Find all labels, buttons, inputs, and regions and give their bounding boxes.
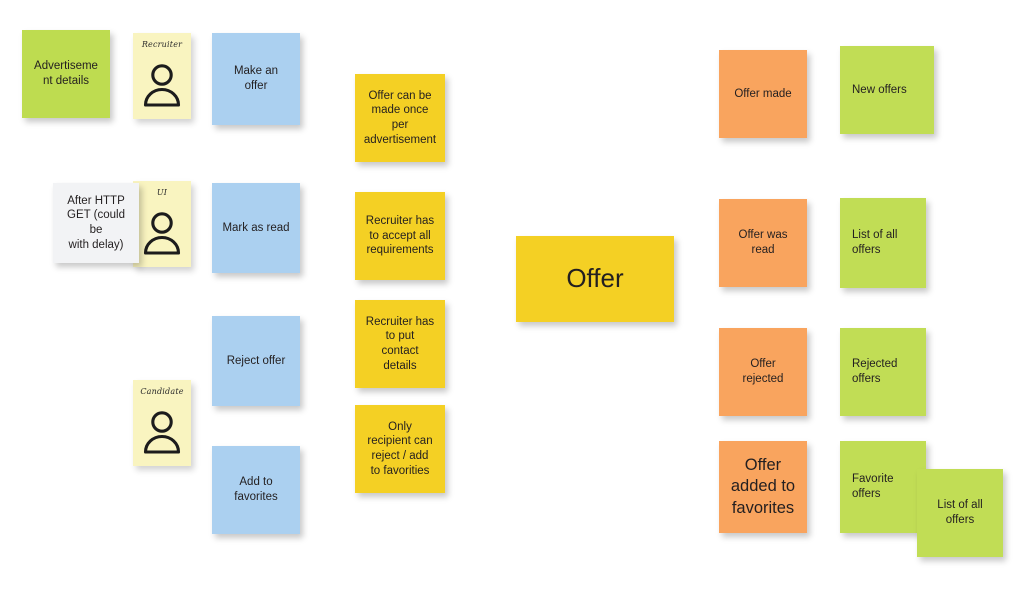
- person-icon: [133, 49, 191, 119]
- sticky-note-read-model-favorite-offers[interactable]: Favorite offers: [840, 441, 926, 533]
- note-text: Offer made: [734, 87, 792, 100]
- sticky-note-read-model-new-offers[interactable]: New offers: [840, 46, 934, 134]
- note-text: Rejected offers: [852, 358, 898, 385]
- persona-label: Recruiter: [141, 40, 183, 49]
- sticky-note-event-offer-was-read[interactable]: Offer was read: [719, 199, 807, 287]
- sticky-note-mark-as-read[interactable]: Mark as read: [212, 183, 300, 273]
- note-text: Only recipient can reject / add to favor…: [367, 420, 433, 477]
- sticky-note-policy-contact-details[interactable]: Recruiter has to put contact details: [355, 300, 445, 388]
- sticky-note-policy-once-per-advertisement[interactable]: Offer can be made once per advertisement: [355, 74, 445, 162]
- sticky-note-advertisement-details[interactable]: Advertiseme nt details: [22, 30, 110, 118]
- sticky-note-policy-accept-requirements[interactable]: Recruiter has to accept all requirements: [355, 192, 445, 280]
- sticky-note-aggregate-offer[interactable]: Offer: [516, 236, 674, 322]
- person-icon: [133, 396, 191, 466]
- persona-label: UI: [156, 188, 168, 197]
- sticky-note-event-offer-added-to-favorites[interactable]: Offer added to favorites: [719, 441, 807, 533]
- note-text: New offers: [852, 83, 907, 96]
- note-text: Advertiseme nt details: [34, 60, 98, 87]
- sticky-note-make-an-offer[interactable]: Make an offer: [212, 33, 300, 125]
- note-text: List of all offers: [852, 229, 898, 256]
- persona-ui[interactable]: UI: [133, 181, 191, 267]
- sticky-note-event-offer-made[interactable]: Offer made: [719, 50, 807, 138]
- sticky-note-event-offer-rejected[interactable]: Offer rejected: [719, 328, 807, 416]
- sticky-note-read-model-list-of-all-offers[interactable]: List of all offers: [840, 198, 926, 288]
- note-text: Offer can be made once per advertisement: [363, 89, 437, 146]
- sticky-note-add-to-favorites[interactable]: Add to favorites: [212, 446, 300, 534]
- sticky-note-after-http-get[interactable]: After HTTP GET (could be with delay): [53, 183, 139, 263]
- note-text: Recruiter has to put contact details: [365, 315, 435, 372]
- person-icon: [133, 197, 191, 267]
- note-text: Offer rejected: [742, 358, 784, 385]
- note-text: Offer: [566, 263, 624, 294]
- note-text: Add to favorites: [234, 476, 278, 503]
- note-text: After HTTP GET (could be with delay): [67, 194, 125, 251]
- note-text: Make an offer: [233, 65, 279, 92]
- note-text: Reject offer: [226, 354, 286, 367]
- note-text: Offer added to favorites: [730, 455, 796, 517]
- note-text: Recruiter has to accept all requirements: [365, 214, 435, 257]
- note-text: Offer was read: [738, 229, 788, 256]
- note-text: Favorite offers: [852, 473, 894, 500]
- persona-candidate[interactable]: Candidate: [133, 380, 191, 466]
- sticky-note-read-model-rejected-offers[interactable]: Rejected offers: [840, 328, 926, 416]
- sticky-note-reject-offer[interactable]: Reject offer: [212, 316, 300, 406]
- sticky-note-policy-recipient-only[interactable]: Only recipient can reject / add to favor…: [355, 405, 445, 493]
- persona-recruiter[interactable]: Recruiter: [133, 33, 191, 119]
- persona-label: Candidate: [140, 387, 184, 396]
- sticky-note-read-model-list-of-all-offers-overlap[interactable]: List of all offers: [917, 469, 1003, 557]
- note-text: List of all offers: [937, 499, 983, 526]
- note-text: Mark as read: [222, 221, 290, 234]
- event-storming-board: Advertiseme nt details Recruiter UI Afte…: [0, 0, 1024, 589]
